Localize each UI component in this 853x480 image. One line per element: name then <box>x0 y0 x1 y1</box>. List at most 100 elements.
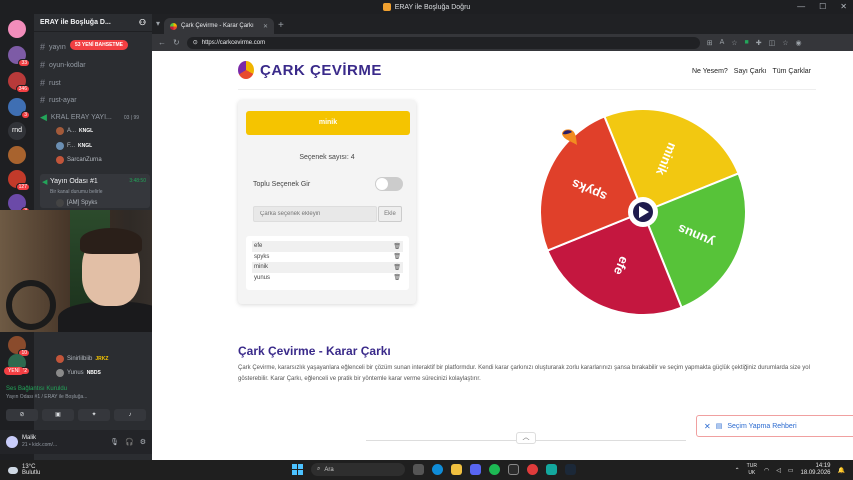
headset <box>6 280 56 330</box>
extension-icon[interactable]: ■ <box>745 39 749 47</box>
tab-close-icon[interactable]: ✕ <box>263 23 268 30</box>
screen-share-icon[interactable]: ▣ <box>42 409 74 421</box>
favorite-star-icon[interactable]: ☆ <box>731 39 737 47</box>
channel-rust-ayar[interactable]: # rust-ayar <box>40 95 77 105</box>
volume-icon[interactable]: ◁ <box>776 467 781 474</box>
install-icon[interactable]: ⊞ <box>707 39 713 47</box>
server-icon[interactable] <box>8 20 26 38</box>
channel-yayin[interactable]: # yayın <box>40 42 66 52</box>
streamer-hair <box>80 228 142 254</box>
camera-off-icon[interactable]: ⊘ <box>6 409 38 421</box>
favorites-icon[interactable]: ☆ <box>782 39 788 47</box>
trash-icon[interactable]: 🗑 <box>393 264 401 271</box>
server-icon[interactable] <box>8 146 26 164</box>
server-icon[interactable]: 33 <box>8 46 30 67</box>
server-icon[interactable]: 127 <box>8 170 30 191</box>
wifi-icon[interactable]: ◠ <box>764 467 769 474</box>
new-tab-icon[interactable]: + <box>278 20 284 34</box>
trash-icon[interactable]: 🗑 <box>393 253 401 260</box>
headphones-icon[interactable]: 🎧 <box>125 438 134 446</box>
yeni-badge: YENİ <box>4 367 24 375</box>
member-item[interactable]: F... KNGL <box>56 142 92 150</box>
settings-gear-icon[interactable]: ⚙ <box>140 438 146 446</box>
nav-link-ne-yesem[interactable]: Ne Yesem? <box>692 68 728 75</box>
activities-icon[interactable]: ✦ <box>78 409 110 421</box>
user-avatar[interactable] <box>6 436 18 448</box>
soundboard-icon[interactable]: ♪ <box>114 409 146 421</box>
weather-widget[interactable]: 13°C Bulutlu <box>8 464 40 476</box>
people-icon[interactable]: ⚇ <box>139 18 146 27</box>
nav-link-tum-carklar[interactable]: Tüm Çarklar <box>772 68 811 75</box>
server-icon[interactable]: 346 <box>8 72 30 93</box>
server-icon-rnd[interactable]: rnd <box>8 122 26 140</box>
list-item: efe 🗑 <box>252 241 403 252</box>
avatar <box>56 369 64 377</box>
intro-paragraph: Çark Çevirme, kararsızlık yaşayanlara eğ… <box>238 365 810 382</box>
guide-popup[interactable]: ✕ ▤ Seçim Yapma Rehberi <box>696 415 853 437</box>
member-item[interactable]: A... KNGL <box>56 127 93 135</box>
server-header[interactable]: ERAY ile Boşluğa D... ⚇ <box>34 14 152 32</box>
microphone-icon[interactable]: 🎙 <box>110 438 119 446</box>
option-input[interactable] <box>253 206 377 222</box>
task-view-icon[interactable] <box>413 464 424 475</box>
record-icon[interactable] <box>527 464 538 475</box>
site-nav: Ne Yesem? Sayı Çarkı Tüm Çarklar <box>692 68 811 75</box>
tab-actions-icon[interactable]: ▾ <box>156 19 160 34</box>
steam-icon[interactable] <box>565 464 576 475</box>
app-icon <box>382 3 391 11</box>
windows-start-icon[interactable] <box>292 464 303 475</box>
discord-icon[interactable] <box>470 464 481 475</box>
read-aloud-icon[interactable]: A <box>720 39 725 47</box>
server-icon[interactable]: 3 <box>8 98 30 119</box>
avatar <box>56 142 64 150</box>
user-status: 21 • kick.com/... <box>22 442 58 448</box>
new-mentions-badge[interactable]: 53 YENİ BAHSETME <box>70 40 128 50</box>
reload-icon[interactable]: ↻ <box>173 38 180 47</box>
channel-oyun-kodlar[interactable]: # oyun-kodlar <box>40 60 86 70</box>
channel-rust[interactable]: # rust <box>40 78 61 88</box>
file-explorer-icon[interactable] <box>451 464 462 475</box>
site-info-icon[interactable]: ⊙ <box>193 39 198 46</box>
notification-bell-icon[interactable]: 🔔 <box>838 467 845 474</box>
spotify-icon[interactable] <box>489 464 500 475</box>
bulk-entry-toggle[interactable] <box>375 177 403 191</box>
add-option-button[interactable]: Ekle <box>378 206 402 222</box>
battery-icon[interactable]: ▭ <box>788 467 794 474</box>
back-icon[interactable]: ← <box>158 38 166 47</box>
close-icon[interactable]: ✕ <box>704 422 711 431</box>
result-button[interactable]: minik <box>246 111 410 135</box>
bulk-entry-label: Toplu Seçenek Gir <box>253 181 311 188</box>
scroll-up-icon[interactable]: ︿ <box>516 432 536 444</box>
puzzle-icon[interactable]: ✚ <box>756 39 762 47</box>
obs-icon[interactable] <box>508 464 519 475</box>
trash-icon[interactable]: 🗑 <box>393 274 401 281</box>
browser-tab[interactable]: Çark Çevirme - Karar Çarkı ✕ <box>164 18 275 34</box>
tray-overflow-icon[interactable]: ⌃ <box>735 467 740 474</box>
member-item[interactable]: [AM] Spyks <box>56 199 97 207</box>
notepad-icon[interactable] <box>546 464 557 475</box>
trash-icon[interactable]: 🗑 <box>393 243 401 250</box>
maximize-icon[interactable]: ☐ <box>819 2 826 11</box>
member-item[interactable]: Sinirlilbiib JRKZ <box>56 355 108 363</box>
avatar <box>56 199 64 207</box>
server-icon[interactable]: 10 <box>8 336 30 357</box>
options-panel: minik Seçenek sayısı: 4 Toplu Seçenek Gi… <box>238 100 416 304</box>
avatar <box>56 156 64 164</box>
url-field[interactable]: ⊙ https://carkcevirme.com <box>186 36 700 49</box>
profile-icon[interactable]: ◉ <box>796 39 802 47</box>
nav-link-sayi-carki[interactable]: Sayı Çarkı <box>734 68 767 75</box>
close-icon[interactable]: ✕ <box>840 2 847 11</box>
minimize-icon[interactable]: — <box>797 2 805 11</box>
speaker-icon: ◀ <box>42 179 48 186</box>
language-indicator[interactable]: TUR UK <box>747 463 757 477</box>
site-logo[interactable]: ÇARK ÇEVİRME <box>238 61 382 79</box>
taskbar-search[interactable]: ⌕ Ara <box>311 463 405 476</box>
member-item[interactable]: Yunus NBDS <box>56 369 101 377</box>
clock[interactable]: 14:19 18.09.2026 <box>800 463 830 477</box>
split-screen-icon[interactable]: ◫ <box>769 39 776 47</box>
member-item[interactable]: SarcanZurna <box>56 156 102 164</box>
voice-channel-kral[interactable]: ◀ KRAL ERAY YAYI... 03 | 99 <box>40 112 139 123</box>
os-titlebar: ERAY ile Boşluğa Doğru — ☐ ✕ <box>0 0 853 14</box>
voice-status: Ses Bağlantısı Kuruldu Yayın Odası #1 / … <box>6 386 88 400</box>
edge-icon[interactable] <box>432 464 443 475</box>
